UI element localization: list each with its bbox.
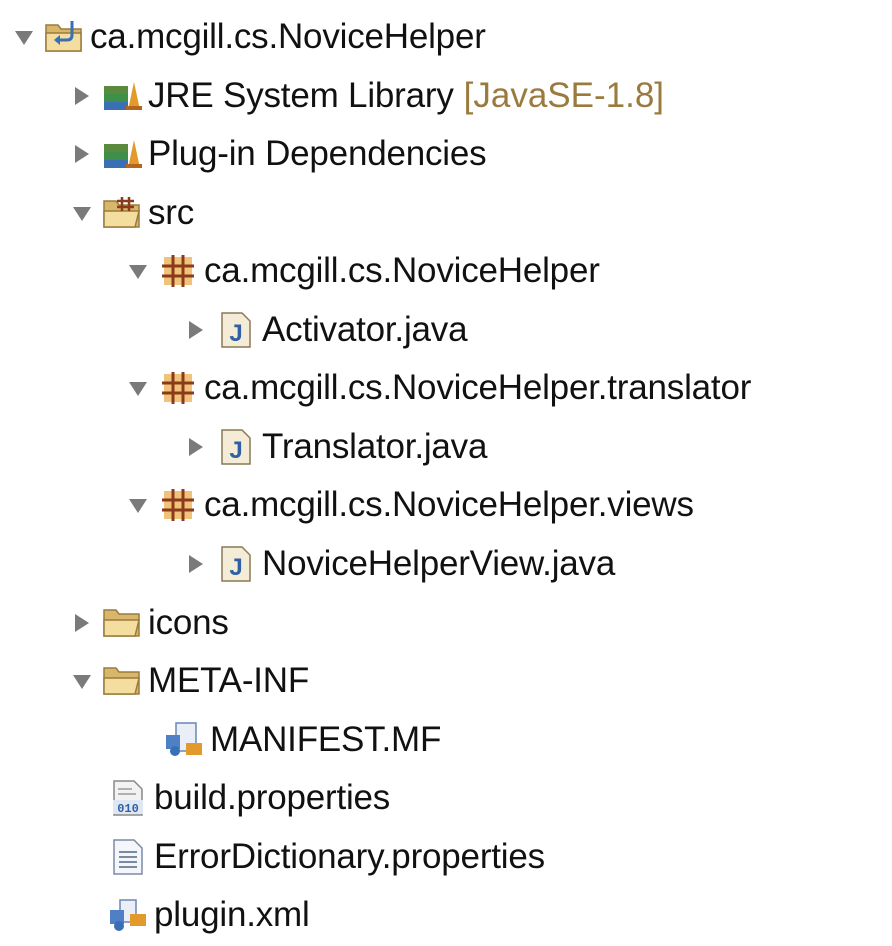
chevron-down-icon[interactable] [10,8,38,66]
svg-text:J: J [229,437,242,464]
text-file-icon [108,837,148,877]
tree-item-label: Activator.java [262,310,468,349]
tree-item-jre-system-library[interactable]: JRE System Library [JavaSE-1.8] [68,67,664,125]
package-icon [158,368,198,408]
tree-item-package[interactable]: ca.mcgill.cs.NoviceHelper.views [124,476,694,534]
tree-item-project[interactable]: ca.mcgill.cs.NoviceHelper [10,8,486,66]
library-icon [102,76,142,116]
tree-item-package[interactable]: ca.mcgill.cs.NoviceHelper [124,242,600,300]
chevron-down-icon[interactable] [68,184,96,242]
package-icon [158,485,198,525]
svg-text:J: J [229,320,242,347]
tree-item-label: JRE System Library [148,76,454,115]
folder-icon [102,603,142,643]
java-file-icon: J [216,427,256,467]
tree-item-label: NoviceHelperView.java [262,544,616,583]
tree-item-label: icons [148,603,229,642]
chevron-down-icon[interactable] [124,476,152,534]
tree-item-label: ca.mcgill.cs.NoviceHelper [204,251,600,290]
chevron-right-icon[interactable] [68,67,96,125]
tree-item-label: Translator.java [262,427,488,466]
tree-item-label: ca.mcgill.cs.NoviceHelper.translator [204,368,752,407]
tree-item-label: ca.mcgill.cs.NoviceHelper.views [204,485,694,524]
chevron-down-icon[interactable] [124,359,152,417]
tree-item-label: ca.mcgill.cs.NoviceHelper [90,17,486,56]
chevron-right-icon[interactable] [182,535,210,593]
tree-item-manifest-file[interactable]: MANIFEST.MF [164,711,441,769]
tree-item-error-dictionary[interactable]: ErrorDictionary.properties [108,828,545,886]
tree-item-label: plugin.xml [154,895,310,934]
tree-item-plugin-xml[interactable]: plugin.xml [108,886,310,944]
svg-text:010: 010 [117,802,139,816]
project-folder-icon [44,17,84,57]
java-file-icon: J [216,310,256,350]
tree-item-meta-inf-folder[interactable]: META-INF [68,652,309,710]
tree-item-build-properties[interactable]: 010 build.properties [108,769,390,827]
java-file-icon: J [216,544,256,584]
package-icon [158,251,198,291]
chevron-right-icon[interactable] [68,125,96,183]
manifest-icon [164,720,204,760]
folder-icon [102,661,142,701]
tree-item-icons-folder[interactable]: icons [68,594,229,652]
chevron-down-icon[interactable] [68,652,96,710]
tree-item-label: Plug-in Dependencies [148,134,487,173]
tree-item-plugin-dependencies[interactable]: Plug-in Dependencies [68,125,487,183]
project-explorer-tree: ca.mcgill.cs.NoviceHelper JRE System Lib… [0,0,892,946]
chevron-right-icon[interactable] [68,594,96,652]
tree-item-java-file[interactable]: J Translator.java [182,418,487,476]
tree-item-label: MANIFEST.MF [210,720,442,759]
tree-item-package[interactable]: ca.mcgill.cs.NoviceHelper.translator [124,359,751,417]
plugin-xml-icon [108,895,148,935]
svg-text:J: J [229,554,242,581]
tree-item-label: src [148,193,195,232]
tree-item-label: build.properties [154,778,391,817]
tree-item-label: META-INF [148,661,310,700]
tree-item-src[interactable]: src [68,184,194,242]
chevron-right-icon[interactable] [182,301,210,359]
tree-item-label: ErrorDictionary.properties [154,837,545,876]
tree-item-java-file[interactable]: J NoviceHelperView.java [182,535,615,593]
binary-properties-icon: 010 [108,778,148,818]
library-icon [102,134,142,174]
chevron-down-icon[interactable] [124,242,152,300]
source-folder-icon [102,193,142,233]
chevron-right-icon[interactable] [182,418,210,476]
tree-item-java-file[interactable]: J Activator.java [182,301,468,359]
jre-version-decoration: [JavaSE-1.8] [463,76,665,115]
